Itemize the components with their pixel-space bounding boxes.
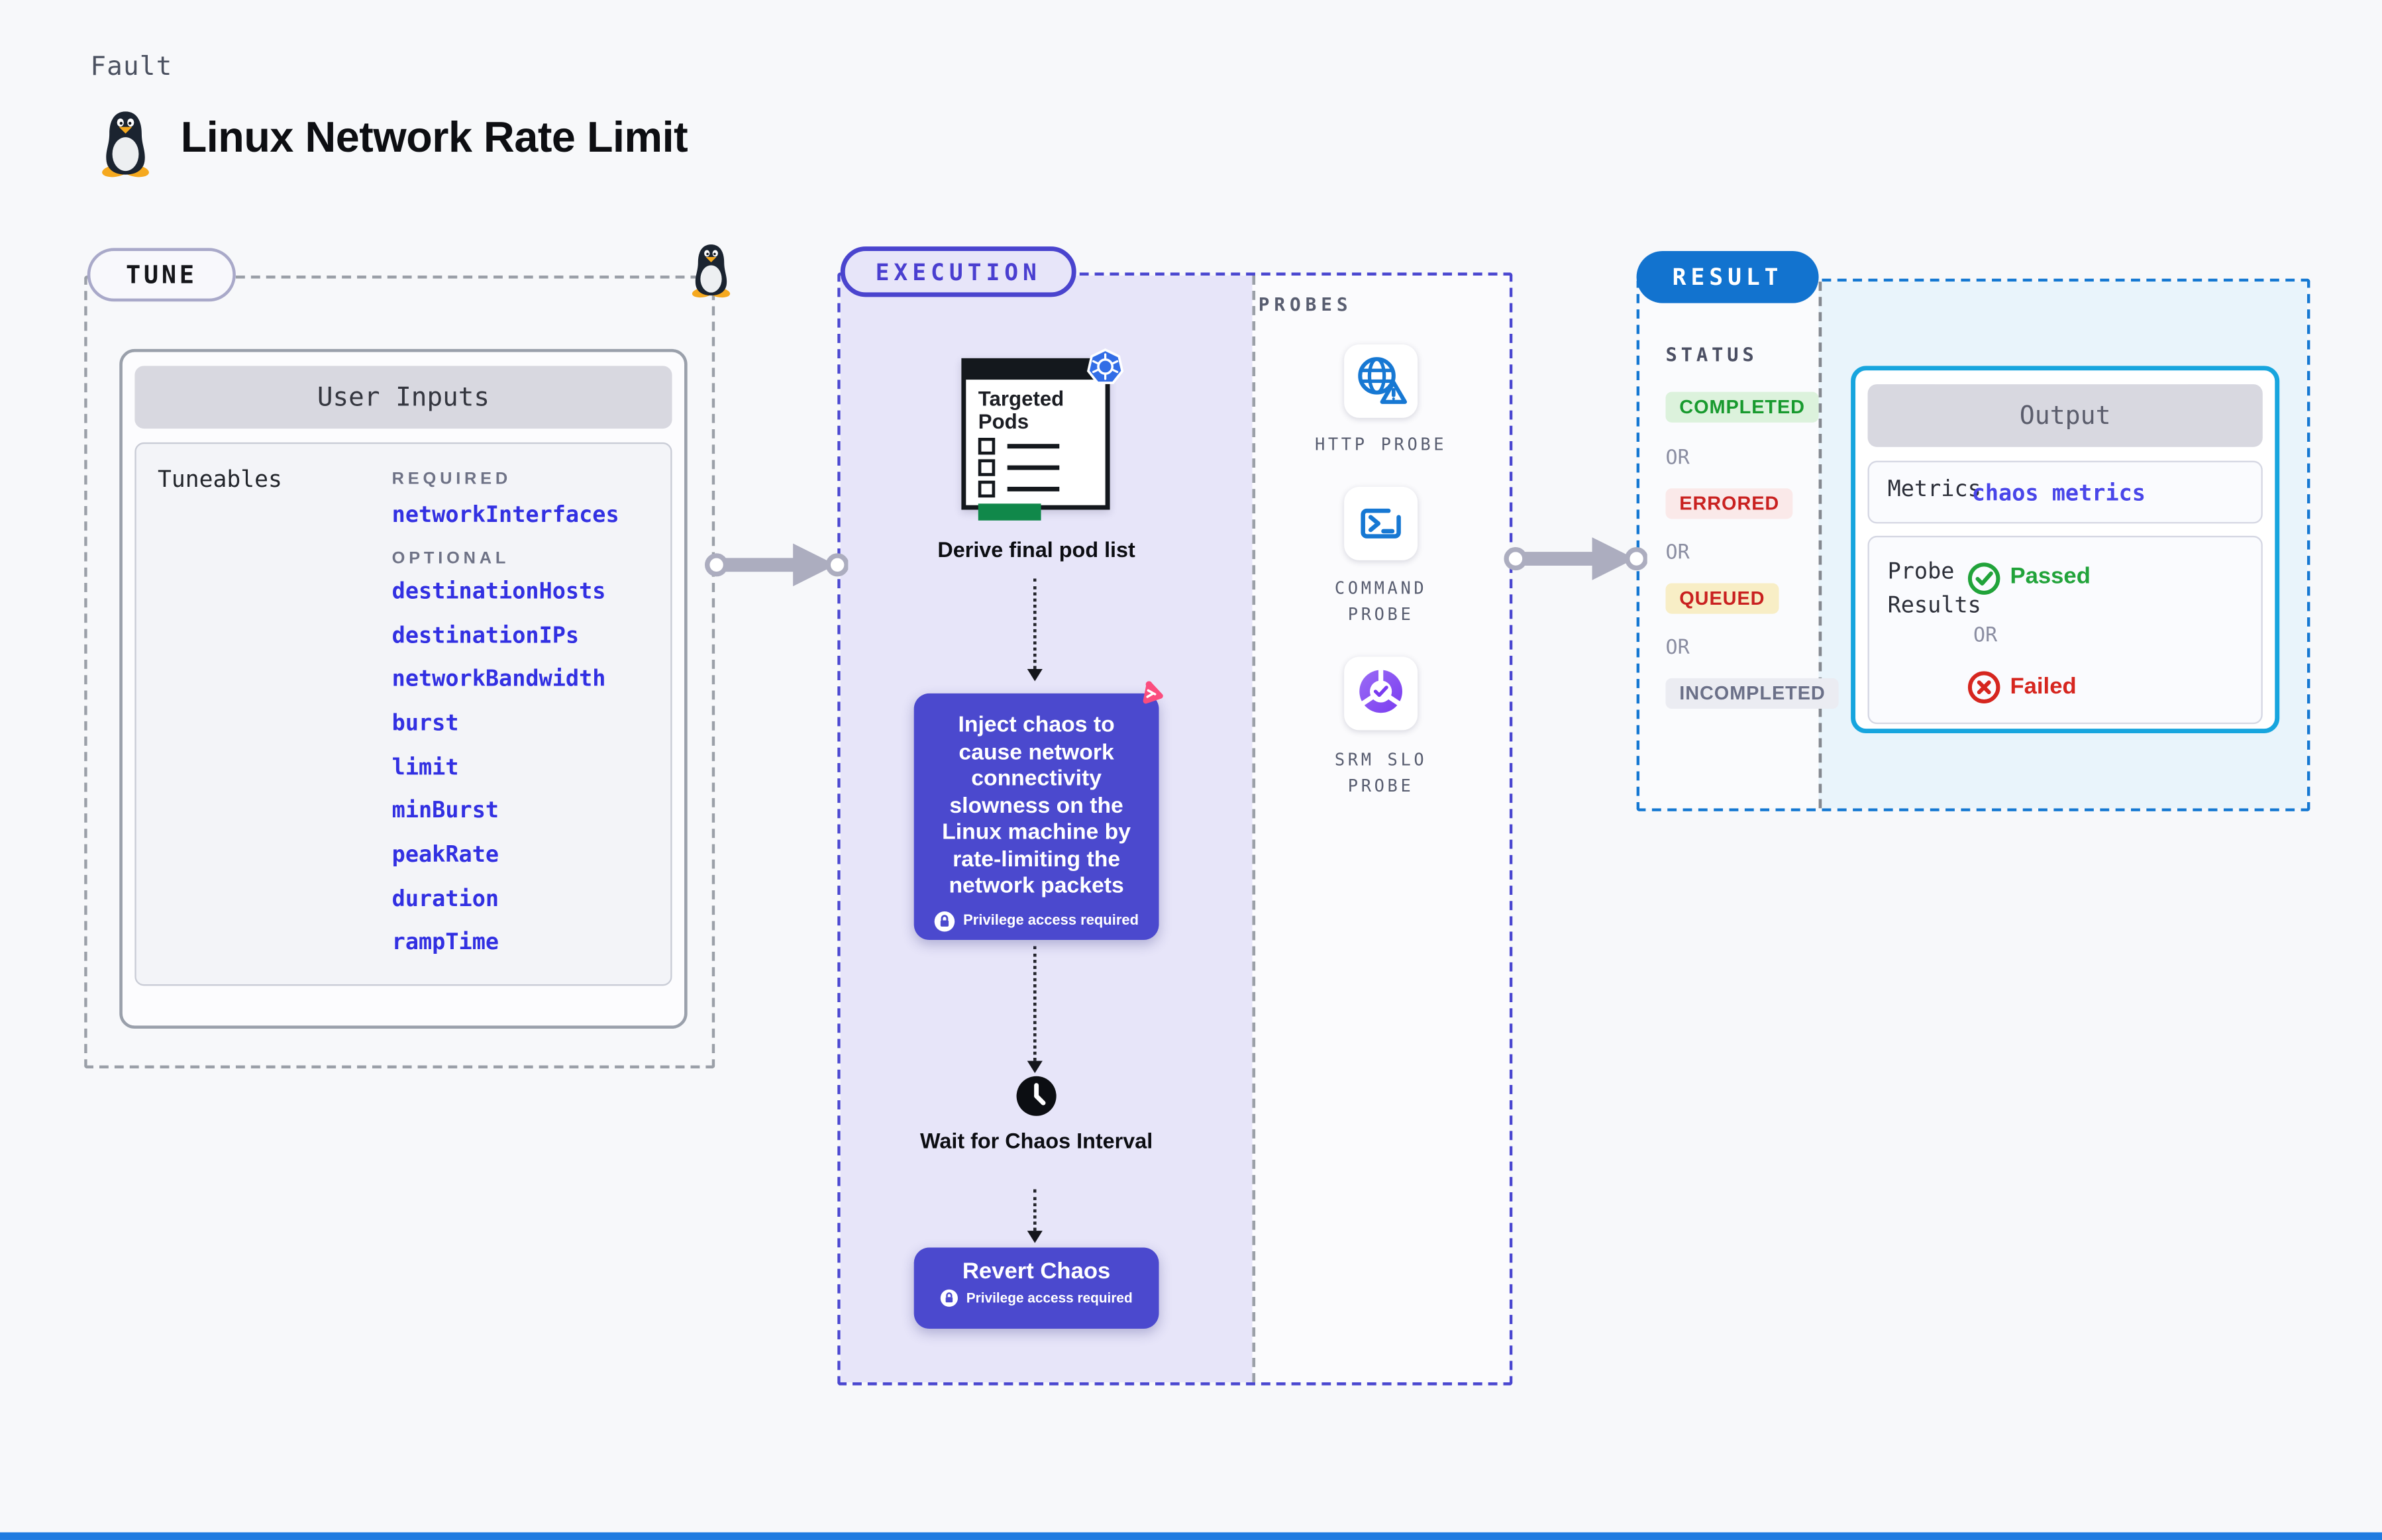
- tuneable-item[interactable]: peakRate: [392, 843, 499, 868]
- probe-results-row: Probe Results Passed OR Failed: [1867, 535, 2263, 725]
- flow-connector: [1027, 578, 1043, 682]
- chaos-logo-icon: [1143, 681, 1163, 704]
- or-separator: OR: [1973, 624, 1998, 648]
- tuneable-item[interactable]: burst: [392, 712, 459, 737]
- required-label: REQUIRED: [391, 470, 512, 489]
- tuneable-item[interactable]: duration: [392, 888, 499, 912]
- terminal-icon: [1361, 508, 1401, 539]
- srm-slo-probe-label: SRM SLO PROBE: [1334, 750, 1427, 796]
- lock-icon: [935, 910, 955, 931]
- inject-chaos-text: Inject chaos to cause network connectivi…: [942, 713, 1131, 899]
- page-title: Linux Network Rate Limit: [180, 113, 688, 161]
- http-probe-card: [1344, 344, 1418, 418]
- output-header: Output: [1867, 384, 2263, 447]
- passed-label: Passed: [2010, 563, 2091, 590]
- failed-label: Failed: [2010, 673, 2077, 700]
- metrics-value: chaos metrics: [1971, 481, 2146, 506]
- optional-label: OPTIONAL: [391, 549, 510, 568]
- lock-icon: [941, 1289, 958, 1307]
- clock-icon: [1016, 1076, 1057, 1116]
- status-badge-errored: ERRORED: [1665, 488, 1794, 519]
- tuneables-panel: Tuneables REQUIRED networkInterfaces OPT…: [134, 442, 672, 986]
- wait-chaos-interval-label: Wait for Chaos Interval: [920, 1128, 1153, 1153]
- execution-section-pill: EXECUTION: [840, 246, 1076, 297]
- tuneable-item[interactable]: minBurst: [392, 799, 499, 823]
- result-section-pill: RESULT: [1636, 251, 1819, 303]
- green-action-bar: [978, 503, 1041, 521]
- linux-penguin-icon: [102, 111, 149, 178]
- tuneable-item[interactable]: destinationHosts: [392, 580, 606, 605]
- revert-chaos-step: Revert Chaos Privilege access required: [913, 1247, 1159, 1329]
- privilege-row: Privilege access required: [928, 1289, 1145, 1308]
- pod-list-row: [978, 437, 1060, 455]
- status-badge-completed: COMPLETED: [1665, 391, 1819, 423]
- metrics-row: Metrics chaos metrics: [1867, 460, 2263, 524]
- pod-list-row: [978, 459, 1060, 476]
- status-label: STATUS: [1665, 342, 1758, 366]
- flow-arrow-tune-to-execution: [705, 543, 849, 587]
- tune-section-pill: TUNE: [87, 248, 236, 302]
- status-output-divider: [1818, 282, 1822, 809]
- tuneable-item[interactable]: limit: [392, 756, 459, 781]
- or-separator: OR: [1665, 637, 1690, 660]
- slo-donut-icon: [1359, 668, 1402, 713]
- passed-check-icon: [1967, 562, 2000, 595]
- srm-slo-probe-card: [1344, 656, 1418, 731]
- flow-arrow-probes-to-result: [1504, 537, 1647, 580]
- globe-alert-icon: [1358, 357, 1408, 404]
- derive-pod-list-label: Derive final pod list: [937, 537, 1135, 562]
- tuneable-item[interactable]: networkBandwidth: [392, 668, 606, 692]
- command-probe-label: COMMAND PROBE: [1334, 578, 1427, 625]
- privilege-label: Privilege access required: [966, 1290, 1133, 1306]
- probes-label: PROBES: [1258, 293, 1353, 316]
- tuneable-item[interactable]: networkInterfaces: [392, 503, 619, 528]
- privilege-label: Privilege access required: [963, 912, 1139, 929]
- targeted-pods-title: Targeted Pods: [978, 387, 1064, 434]
- linux-penguin-icon: [692, 244, 731, 298]
- user-inputs-header: User Inputs: [134, 366, 672, 429]
- output-card: Output Metrics chaos metrics Probe Resul…: [1851, 366, 2280, 734]
- flow-connector: [1027, 946, 1043, 1074]
- or-separator: OR: [1665, 446, 1690, 470]
- http-probe-label: HTTP PROBE: [1314, 435, 1447, 455]
- revert-chaos-label: Revert Chaos: [962, 1258, 1111, 1285]
- tuneable-item[interactable]: destinationIPs: [392, 625, 579, 649]
- bottom-bar: [0, 1532, 2382, 1540]
- privilege-row: Privilege access required: [928, 910, 1145, 931]
- metrics-label: Metrics: [1887, 478, 1981, 503]
- status-badge-incompleted: INCOMPLETED: [1665, 678, 1839, 709]
- or-separator: OR: [1665, 542, 1690, 565]
- flow-connector: [1027, 1189, 1043, 1243]
- failed-x-icon: [1967, 671, 2000, 703]
- user-inputs-card: User Inputs Tuneables REQUIRED networkIn…: [119, 348, 688, 1029]
- tuneables-label: Tuneables: [158, 465, 282, 493]
- kubernetes-icon: [1086, 348, 1124, 384]
- command-probe-card: [1344, 486, 1418, 560]
- pod-list-row: [978, 480, 1060, 498]
- tuneable-item[interactable]: rampTime: [392, 931, 499, 955]
- fault-kicker: Fault: [90, 52, 173, 83]
- inject-chaos-step: Inject chaos to cause network connectivi…: [913, 693, 1159, 941]
- fault-diagram-canvas: Fault Linux Network Rate Limit TUNE User…: [0, 0, 2382, 1540]
- execution-probes-divider: [1252, 275, 1256, 1382]
- status-badge-queued: QUEUED: [1665, 583, 1779, 614]
